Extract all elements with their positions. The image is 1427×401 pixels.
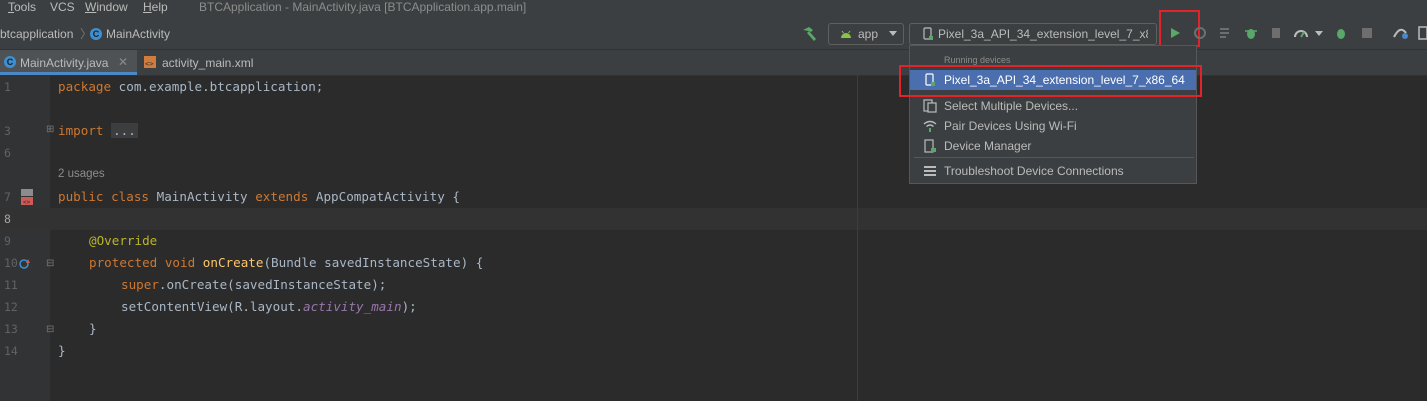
line-number: 11 <box>4 278 18 292</box>
caret-line-highlight <box>0 208 1427 230</box>
device-selector-dropdown[interactable]: Pixel_3a_API_34_extension_level_7_x86... <box>909 23 1157 45</box>
menu-vcs[interactable]: VCS <box>50 0 75 14</box>
line-number: 9 <box>4 234 11 248</box>
breadcrumb-class[interactable]: MainActivity <box>106 27 170 41</box>
multi-device-icon <box>923 99 937 113</box>
line-number: 6 <box>4 146 11 160</box>
line-number: 13 <box>4 322 18 336</box>
line-number: 3 <box>4 124 11 138</box>
device-manager-toolbar-icon[interactable] <box>1416 25 1427 41</box>
popup-divider <box>914 157 1194 158</box>
device-manager-icon <box>924 139 936 153</box>
chevron-down-icon <box>889 31 897 36</box>
build-hammer-icon[interactable] <box>800 25 818 43</box>
popup-section-header: Running devices <box>944 55 1011 65</box>
code-line-14[interactable]: } <box>58 343 66 359</box>
line-number: 12 <box>4 300 18 314</box>
menu-window[interactable]: Window <box>85 0 128 14</box>
fold-end-icon[interactable]: ⊟ <box>46 324 54 335</box>
tab-mainactivity[interactable]: C MainActivity.java ✕ <box>0 50 137 75</box>
android-icon <box>841 30 851 38</box>
code-line-7[interactable]: public class MainActivity extends AppCom… <box>58 189 460 205</box>
line-number: 14 <box>4 344 18 358</box>
folded-imports[interactable]: ... <box>111 123 138 138</box>
svg-text:<>: <> <box>145 60 153 68</box>
apply-code-changes-icon[interactable] <box>1218 25 1234 41</box>
code-line-3[interactable]: import ... <box>58 123 138 139</box>
class-icon: C <box>4 56 16 68</box>
fold-expand-icon[interactable]: ⊞ <box>46 124 54 135</box>
profiler-icon[interactable] <box>1293 25 1309 41</box>
menu-tools[interactable]: Tools <box>8 0 36 14</box>
menu-help[interactable]: Help <box>143 0 168 14</box>
code-line-9[interactable]: @Override <box>89 233 157 249</box>
editor-tabs: C MainActivity.java ✕ <> activity_main.x… <box>0 50 1427 76</box>
stop-icon[interactable] <box>1359 25 1375 41</box>
code-line-1[interactable]: package com.example.btcapplication; <box>58 79 323 95</box>
attach-debugger-icon[interactable] <box>1269 25 1285 41</box>
class-icon: C <box>90 28 102 40</box>
breadcrumb-project[interactable]: btcapplication <box>0 27 73 41</box>
xml-file-icon: <> <box>144 56 156 68</box>
pair-devices-wifi-item[interactable]: Pair Devices Using Wi-Fi <box>910 116 1196 136</box>
menu-bar: Tools VCS Window Help BTCApplication - M… <box>0 0 1427 20</box>
device-manager-item[interactable]: Device Manager <box>910 136 1196 156</box>
list-icon <box>924 166 936 176</box>
override-method-icon[interactable] <box>18 257 32 271</box>
line-number: 8 <box>4 212 11 226</box>
line-number: 1 <box>4 80 11 94</box>
apply-changes-icon[interactable] <box>1192 25 1208 41</box>
usages-hint[interactable]: 2 usages <box>58 168 105 180</box>
window-title: BTCApplication - MainActivity.java [BTCA… <box>199 0 527 14</box>
wifi-icon <box>923 120 937 132</box>
code-line-13[interactable]: } <box>89 321 97 337</box>
run-config-dropdown[interactable]: app <box>828 23 904 45</box>
code-line-10[interactable]: protected void onCreate(Bundle savedInst… <box>89 255 483 271</box>
debug-icon[interactable] <box>1243 25 1259 41</box>
code-line-12[interactable]: setContentView(R.layout.activity_main); <box>121 299 417 315</box>
right-margin-guide <box>857 75 858 401</box>
troubleshoot-connections-item[interactable]: Troubleshoot Device Connections <box>910 161 1196 181</box>
layout-preview-icon[interactable]: <> <box>18 188 38 206</box>
code-line-11[interactable]: super.onCreate(savedInstanceState); <box>121 277 386 293</box>
chevron-down-icon[interactable] <box>1315 31 1323 36</box>
close-icon[interactable]: ✕ <box>118 55 128 69</box>
phone-icon <box>923 27 933 40</box>
sync-gradle-icon[interactable] <box>1392 25 1408 41</box>
tab-activity-main-xml[interactable]: <> activity_main.xml <box>137 50 272 75</box>
svg-text:<>: <> <box>23 199 31 206</box>
select-multiple-devices-item[interactable]: Select Multiple Devices... <box>910 96 1196 116</box>
highlight-box-device <box>899 65 1202 97</box>
navigation-bar: btcapplication 〉 C MainActivity <box>0 20 1427 50</box>
fold-collapse-icon[interactable]: ⊟ <box>46 258 54 269</box>
attach-process-icon[interactable] <box>1333 25 1349 41</box>
